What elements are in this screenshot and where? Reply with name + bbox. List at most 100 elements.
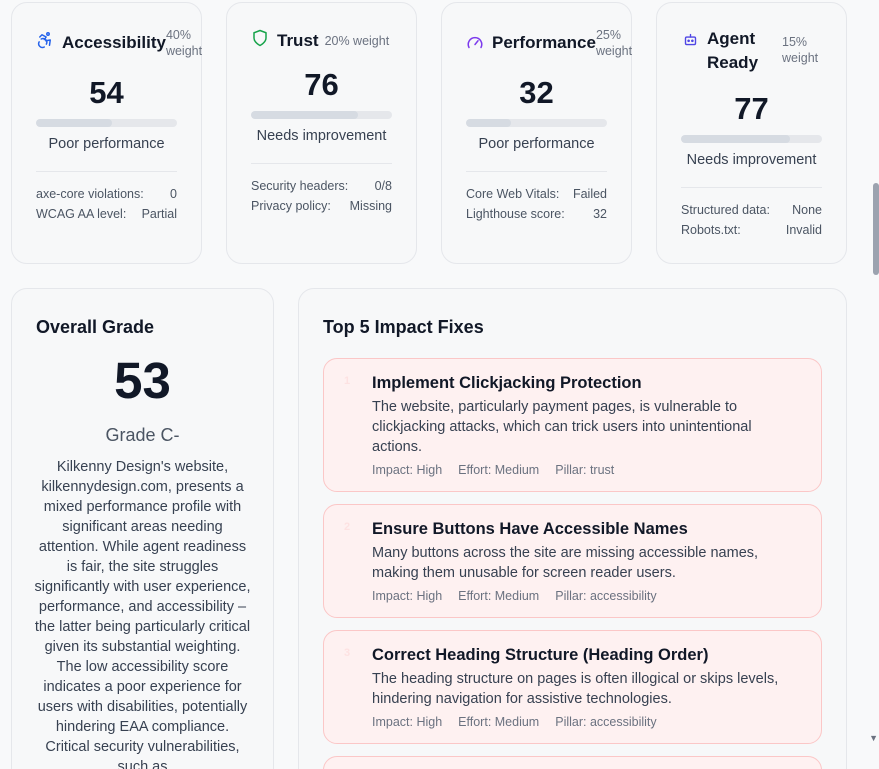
top-fixes-title: Top 5 Impact Fixes	[323, 317, 484, 337]
score-progress-fill	[251, 111, 359, 119]
metric-value: 0	[170, 187, 177, 201]
pillar-weight: 20% weight	[324, 34, 390, 48]
metric-row: axe-core violations: 0	[36, 187, 177, 201]
fix-item[interactable]: 1 Implement Clickjacking Protection The …	[323, 358, 822, 492]
pillar-card-accessibility: Accessibility 40% weight 54 Poor perform…	[11, 2, 202, 264]
metric-value: Invalid	[785, 223, 822, 237]
fix-item[interactable]: 3 Correct Heading Structure (Heading Ord…	[323, 630, 822, 744]
metric-label: Structured data:	[681, 203, 770, 217]
fix-pillar: Pillar: accessibility	[555, 589, 657, 603]
overall-summary: Kilkenny Design's website, kilkennydesig…	[34, 459, 251, 769]
fix-title: Implement Clickjacking Protection	[372, 374, 642, 392]
pillar-weight: 15% weight	[782, 34, 832, 66]
pillar-status: Poor performance	[478, 136, 595, 152]
pillar-name-line: Agent	[707, 29, 756, 48]
metric-value: None	[792, 203, 822, 217]
pillar-weight-line: 15%	[782, 35, 808, 49]
pillar-status: Needs improvement	[686, 152, 817, 168]
fix-description: The website, particularly payment pages,…	[372, 399, 752, 455]
fix-item[interactable]: 2 Ensure Buttons Have Accessible Names M…	[323, 504, 822, 618]
fix-description: Many buttons across the site are missing…	[372, 545, 759, 581]
metric-label: Security headers:	[251, 179, 349, 193]
pillar-weight-line: weight	[782, 51, 819, 65]
pillar-status: Needs improvement	[256, 128, 387, 144]
fix-pillar: Pillar: accessibility	[555, 715, 657, 729]
fix-meta: Impact: High Effort: Medium Pillar: acce…	[372, 589, 657, 603]
fix-meta: Impact: High Effort: Medium Pillar: acce…	[372, 715, 657, 729]
fix-number: 2	[344, 521, 351, 533]
metric-label: Core Web Vitals:	[466, 187, 560, 201]
divider	[681, 187, 822, 188]
fix-number: 1	[344, 375, 351, 387]
pillar-status: Poor performance	[48, 136, 165, 152]
fix-effort: Effort: Medium	[458, 589, 540, 603]
pillar-score: 77	[734, 91, 769, 126]
metric-value: 0/8	[374, 179, 392, 193]
fix-number: 3	[344, 647, 351, 659]
pillar-header: Trust 20% weight	[251, 29, 402, 53]
metric-value: Failed	[572, 187, 607, 201]
robot-icon	[681, 30, 699, 48]
pillar-score: 32	[519, 75, 554, 110]
metric-row: Privacy policy: Missing	[251, 199, 392, 213]
scroll-down-arrow-icon[interactable]: ▼	[869, 733, 878, 743]
scrollbar-thumb[interactable]	[873, 183, 879, 275]
divider	[251, 163, 392, 164]
metric-label: Privacy policy:	[251, 199, 331, 213]
fix-description: The heading structure on pages is often …	[372, 671, 779, 707]
score-progress-fill	[681, 135, 790, 143]
metric-row: WCAG AA level: Partial	[36, 207, 177, 221]
fix-meta: Impact: High Effort: Medium Pillar: trus…	[372, 463, 614, 477]
fix-title: Ensure Buttons Have Accessible Names	[372, 520, 688, 538]
fix-impact: Impact: High	[372, 715, 443, 729]
top-fixes-card: Top 5 Impact Fixes 1 Implement Clickjack…	[298, 288, 847, 769]
pillar-card-agent-ready: Agent Ready 15% weight 77 Needs improvem…	[656, 2, 847, 264]
score-progress-fill	[36, 119, 113, 127]
pillar-name: Performance	[492, 33, 596, 52]
metric-row: Robots.txt: Invalid	[681, 223, 822, 237]
fix-title: Correct Heading Structure (Heading Order…	[372, 646, 709, 664]
pillar-card-performance: Performance 25% weight 32 Poor performan…	[441, 2, 632, 264]
pillar-name: Agent Ready	[707, 27, 782, 75]
divider	[466, 171, 607, 172]
pillar-header: Performance 25% weight	[466, 28, 632, 59]
fix-item[interactable]	[323, 756, 822, 769]
pillar-score: 76	[304, 67, 339, 102]
fix-impact: Impact: High	[372, 463, 443, 477]
fix-impact: Impact: High	[372, 589, 443, 603]
gauge-icon	[466, 34, 484, 52]
score-progress-bar	[681, 135, 822, 143]
overall-grade-card: Overall Grade 53 Grade C- Kilkenny Desig…	[11, 288, 274, 769]
pillar-weight: 40% weight	[165, 28, 203, 58]
overall-score: 53	[114, 352, 171, 409]
pillar-name: Accessibility	[62, 33, 166, 52]
metric-label: WCAG AA level:	[36, 207, 127, 221]
pillar-score: 54	[89, 75, 124, 110]
metric-row: Structured data: None	[681, 203, 822, 217]
score-progress-bar	[466, 119, 607, 127]
metric-value: 32	[593, 207, 607, 221]
metric-value: Partial	[141, 207, 177, 221]
metric-label: axe-core violations:	[36, 187, 144, 201]
metric-label: Lighthouse score:	[466, 207, 565, 221]
pillar-card-trust: Trust 20% weight 76 Needs improvement Se…	[226, 2, 417, 264]
metric-row: Security headers: 0/8	[251, 179, 392, 193]
metric-value: Missing	[349, 199, 392, 213]
pillar-name: Trust	[277, 31, 319, 50]
accessibility-icon	[36, 31, 54, 49]
metric-row: Lighthouse score: 32	[466, 207, 607, 221]
metric-row: Core Web Vitals: Failed	[466, 187, 607, 201]
fix-effort: Effort: Medium	[458, 715, 540, 729]
shield-icon	[251, 29, 269, 47]
score-progress-bar	[36, 119, 177, 127]
pillar-weight: 25% weight	[595, 28, 633, 58]
fix-effort: Effort: Medium	[458, 463, 540, 477]
pillar-header: Agent Ready 15% weight	[681, 27, 832, 75]
pillar-header: Accessibility 40% weight	[36, 28, 202, 59]
metric-label: Robots.txt:	[681, 223, 741, 237]
overall-grade-letter: Grade C-	[105, 425, 180, 445]
divider	[36, 171, 177, 172]
pillar-name-line: Ready	[707, 53, 759, 72]
score-progress-fill	[466, 119, 512, 127]
score-progress-bar	[251, 111, 392, 119]
